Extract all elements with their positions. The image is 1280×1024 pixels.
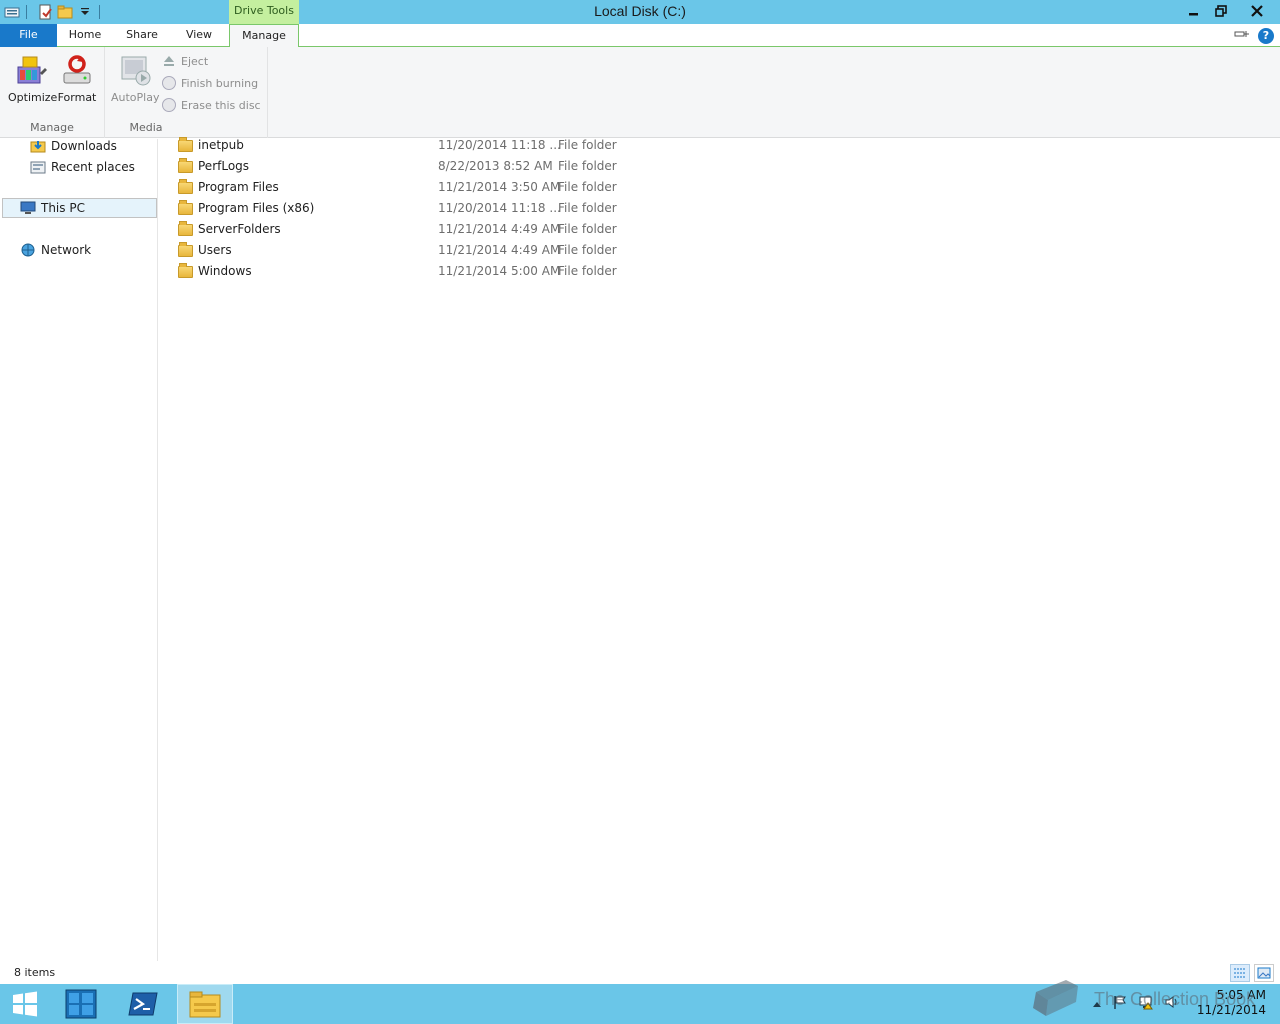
eject-button[interactable]: Eject bbox=[162, 51, 208, 71]
eject-label: Eject bbox=[181, 54, 209, 68]
this-pc-icon bbox=[20, 200, 36, 216]
title-bar: Drive Tools Local Disk (C:) bbox=[0, 0, 1280, 24]
optimize-label: Optimize bbox=[8, 91, 58, 104]
table-row[interactable]: Windows 11/21/2014 5:00 AM File folder bbox=[174, 262, 634, 283]
file-name: Program Files bbox=[198, 180, 279, 194]
erase-disc-button[interactable]: Erase this disc bbox=[162, 95, 261, 115]
navigation-pane: Downloads Recent places This PC Network bbox=[0, 139, 158, 961]
finish-burning-button[interactable]: Finish burning bbox=[162, 73, 258, 93]
erase-disc-label: Erase this disc bbox=[181, 98, 261, 112]
powershell-icon bbox=[128, 992, 158, 1016]
nav-item-network[interactable]: Network bbox=[20, 240, 91, 260]
windows-logo-icon bbox=[13, 991, 37, 1017]
folder-icon bbox=[178, 137, 193, 153]
eject-icon bbox=[162, 54, 176, 68]
minimize-button[interactable] bbox=[1180, 0, 1207, 22]
tab-manage[interactable]: Manage bbox=[229, 24, 299, 48]
folder-icon bbox=[178, 158, 193, 174]
nav-label-recent-places: Recent places bbox=[51, 160, 135, 174]
folder-icon bbox=[178, 242, 193, 258]
format-button[interactable]: Format bbox=[54, 53, 100, 104]
watermark-text: The Collection Book bbox=[1094, 989, 1256, 1009]
nav-item-recent-places[interactable]: Recent places bbox=[30, 157, 135, 177]
folder-icon bbox=[178, 263, 193, 279]
table-row[interactable]: PerfLogs 8/22/2013 8:52 AM File folder bbox=[174, 157, 634, 178]
file-type: File folder bbox=[558, 159, 617, 173]
file-name: inetpub bbox=[198, 138, 244, 152]
autoplay-button[interactable]: AutoPlay bbox=[111, 53, 160, 104]
close-button[interactable] bbox=[1234, 0, 1280, 22]
file-date: 11/20/2014 11:18 ... bbox=[438, 138, 561, 152]
table-row[interactable]: Users 11/21/2014 4:49 AM File folder bbox=[174, 241, 634, 262]
file-name: Users bbox=[198, 243, 232, 257]
table-row[interactable]: inetpub 11/20/2014 11:18 ... File folder bbox=[174, 136, 634, 157]
table-row[interactable]: ServerFolders 11/21/2014 4:49 AM File fo… bbox=[174, 220, 634, 241]
ribbon-right-controls: ? bbox=[1234, 27, 1274, 44]
finish-burning-label: Finish burning bbox=[181, 76, 259, 90]
file-name: Program Files (x86) bbox=[198, 201, 315, 215]
folder-icon bbox=[178, 200, 193, 216]
explorer-window: Drive Tools Local Disk (C:) File Home Sh… bbox=[0, 0, 1280, 984]
file-date: 8/22/2013 8:52 AM bbox=[438, 159, 553, 173]
tab-view[interactable]: View bbox=[171, 24, 227, 47]
file-date: 11/21/2014 5:00 AM bbox=[438, 264, 561, 278]
table-row[interactable]: Program Files 11/21/2014 3:50 AM File fo… bbox=[174, 178, 634, 199]
folder-icon bbox=[178, 179, 193, 195]
ribbon-manage-panel: Optimize Format Manage AutoPlay Media Ej… bbox=[0, 47, 1280, 138]
taskbar-file-explorer[interactable] bbox=[177, 984, 233, 1024]
file-date: 11/20/2014 11:18 ... bbox=[438, 201, 561, 215]
file-name: PerfLogs bbox=[198, 159, 250, 173]
nav-item-downloads[interactable]: Downloads bbox=[30, 136, 117, 156]
autoplay-label: AutoPlay bbox=[111, 91, 160, 104]
file-name: ServerFolders bbox=[198, 222, 281, 236]
help-icon[interactable]: ? bbox=[1258, 27, 1274, 44]
autoplay-icon bbox=[117, 53, 151, 87]
file-name: Windows bbox=[198, 264, 252, 278]
restore-button[interactable] bbox=[1207, 0, 1234, 22]
tab-share[interactable]: Share bbox=[113, 24, 171, 47]
folder-icon bbox=[178, 221, 193, 237]
expand-ribbon-icon[interactable] bbox=[1234, 27, 1250, 44]
book-logo-icon bbox=[1030, 978, 1080, 1016]
erase-disc-icon bbox=[162, 98, 176, 112]
finish-burning-icon bbox=[162, 76, 176, 90]
nav-label-this-pc: This PC bbox=[41, 201, 85, 215]
window-controls bbox=[1180, 0, 1280, 22]
table-row[interactable]: Program Files (x86) 11/20/2014 11:18 ...… bbox=[174, 199, 634, 220]
downloads-icon bbox=[30, 138, 46, 154]
ribbon-tab-row: File Home Share View Manage ? bbox=[0, 24, 1280, 48]
nav-label-downloads: Downloads bbox=[51, 139, 117, 153]
format-icon bbox=[60, 53, 94, 87]
tab-home[interactable]: Home bbox=[57, 24, 113, 47]
nav-item-this-pc[interactable]: This PC bbox=[2, 198, 157, 218]
window-title: Local Disk (C:) bbox=[594, 3, 686, 19]
file-explorer-icon bbox=[189, 991, 221, 1018]
file-date: 11/21/2014 4:49 AM bbox=[438, 243, 561, 257]
optimize-button[interactable]: Optimize bbox=[8, 53, 58, 104]
file-type: File folder bbox=[558, 138, 617, 152]
format-label: Format bbox=[57, 91, 97, 104]
network-icon bbox=[20, 242, 36, 258]
ribbon-group-label-media: Media bbox=[129, 121, 163, 134]
taskbar-powershell[interactable] bbox=[115, 984, 171, 1024]
file-type: File folder bbox=[558, 201, 617, 215]
watermark: The Collection Book bbox=[1030, 976, 1270, 1020]
tab-file[interactable]: File bbox=[0, 24, 57, 47]
file-type: File folder bbox=[558, 264, 617, 278]
optimize-icon bbox=[14, 53, 48, 87]
file-date: 11/21/2014 4:49 AM bbox=[438, 222, 561, 236]
file-date: 11/21/2014 3:50 AM bbox=[438, 180, 561, 194]
file-type: File folder bbox=[558, 180, 617, 194]
taskbar-server-manager[interactable] bbox=[53, 984, 109, 1024]
start-button[interactable] bbox=[0, 984, 50, 1024]
file-type: File folder bbox=[558, 243, 617, 257]
file-list: inetpub 11/20/2014 11:18 ... File folder… bbox=[160, 136, 1280, 961]
item-count: 8 items bbox=[14, 966, 56, 979]
file-type: File folder bbox=[558, 222, 617, 236]
server-manager-icon bbox=[65, 989, 97, 1019]
nav-label-network: Network bbox=[41, 243, 92, 257]
recent-places-icon bbox=[30, 159, 46, 175]
